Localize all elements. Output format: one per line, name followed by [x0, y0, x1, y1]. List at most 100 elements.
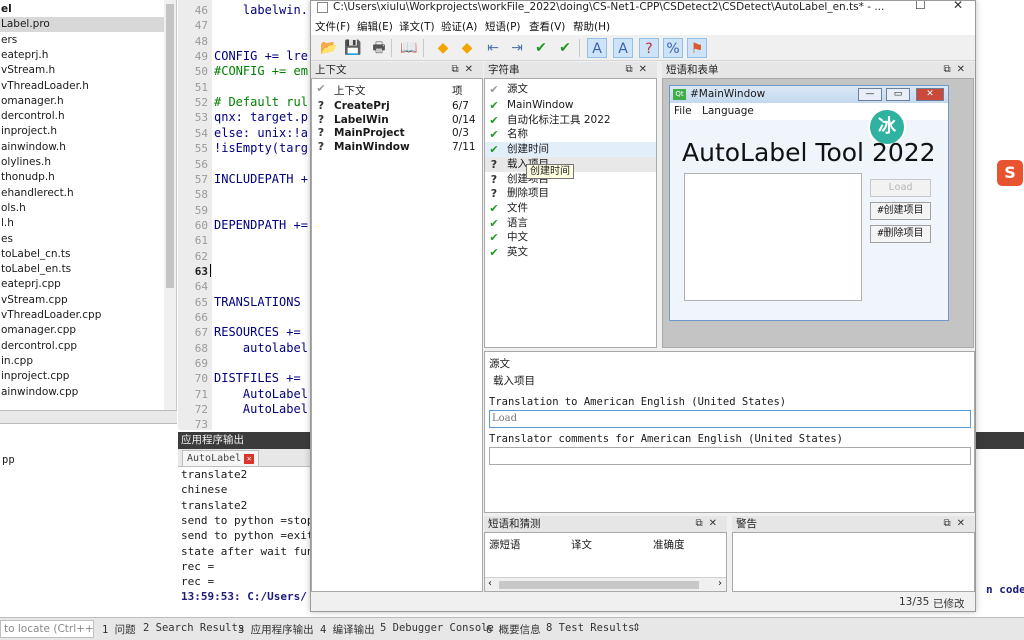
- project-tree-item[interactable]: omanager.cpp: [0, 323, 176, 338]
- open-documents-list[interactable]: pp: [0, 424, 177, 616]
- whats-this-icon[interactable]: ⚑: [687, 38, 707, 58]
- project-tree-item[interactable]: in.cpp: [0, 354, 176, 369]
- context-row[interactable]: ? LabelWin 0/14: [312, 113, 482, 127]
- dock-float-close-icons[interactable]: ⧉✕: [943, 516, 971, 532]
- status-tab-6[interactable]: 6 概要信息: [486, 622, 541, 637]
- status-tab-3[interactable]: 3 应用程序输出: [238, 622, 314, 637]
- string-row[interactable]: ✔ 中文: [485, 230, 656, 245]
- menu-item-4[interactable]: 验证(A): [441, 19, 477, 34]
- project-tree-item[interactable]: ainwindow.cpp: [0, 385, 176, 400]
- project-tree-item[interactable]: thonudp.h: [0, 170, 176, 185]
- string-row[interactable]: ✔ 语言: [485, 216, 656, 231]
- strings-dock-header[interactable]: 字符串 ⧉✕: [484, 62, 657, 78]
- project-tree-item[interactable]: eateprj.cpp: [0, 277, 176, 292]
- project-tree-item[interactable]: Label.pro: [0, 17, 176, 33]
- menu-item-6[interactable]: 查看(V): [529, 19, 565, 34]
- restore-icon[interactable]: ☐: [915, 1, 926, 11]
- prev-icon[interactable]: ◆: [433, 38, 453, 58]
- next-unfinished-icon[interactable]: ⇥: [507, 38, 527, 58]
- context-row[interactable]: ? MainProject 0/3: [312, 126, 482, 140]
- menu-item-3[interactable]: 译文(T): [399, 19, 435, 34]
- phrases-list[interactable]: 源短语 译文 准确度 ‹ ›: [484, 532, 727, 592]
- project-tree-item[interactable]: dercontrol.cpp: [0, 339, 176, 354]
- application-output[interactable]: translate2 chinese translate2 send to pytho…: [178, 467, 310, 617]
- placemarker-icon[interactable]: %: [663, 38, 683, 58]
- next-icon[interactable]: ◆: [457, 38, 477, 58]
- project-tree-item[interactable]: vThreadLoader.h: [0, 79, 176, 94]
- column-source-phrase[interactable]: 源短语: [489, 537, 521, 552]
- project-tree-item[interactable]: inproject.cpp: [0, 369, 176, 384]
- menu-item-2[interactable]: 编辑(E): [357, 19, 393, 34]
- output-tab-autolabel[interactable]: AutoLabel ✕: [182, 450, 260, 466]
- context-dock-header[interactable]: 上下文 ⧉✕: [311, 62, 483, 78]
- project-tree-item[interactable]: ehandlerect.h: [0, 186, 176, 201]
- status-tab-7[interactable]: 8 Test Results: [546, 622, 635, 634]
- context-list[interactable]: ✔ 上下文 项 ? CreatePrj 6/7? LabelWin 0/14? MainP…: [311, 78, 483, 592]
- status-tab-4[interactable]: 4 编译输出: [320, 622, 375, 637]
- status-tab-5[interactable]: 5 Debugger Console: [380, 622, 494, 634]
- updown-arrow-icon[interactable]: ⇕: [632, 622, 641, 634]
- phrase-match-icon[interactable]: ?: [639, 38, 659, 58]
- strings-list[interactable]: ✔ 源文 ✔MainWindow✔自动化标注工具 2022✔名称✔创建时间?载入…: [484, 78, 657, 348]
- column-accuracy[interactable]: 准确度: [653, 537, 685, 552]
- project-tree-item[interactable]: toLabel_cn.ts: [0, 247, 176, 262]
- string-row[interactable]: ✔ 名称: [485, 127, 656, 142]
- string-row[interactable]: ? 删除项目: [485, 186, 656, 201]
- status-tab-2[interactable]: 2 Search Results: [143, 622, 244, 634]
- string-row[interactable]: ✔ 英文: [485, 245, 656, 260]
- scroll-right-icon[interactable]: ›: [718, 578, 722, 589]
- context-row[interactable]: ? MainWindow 7/11: [312, 140, 482, 154]
- string-row[interactable]: ✔ 创建时间: [485, 142, 656, 158]
- project-tree-item[interactable]: toLabel_en.ts: [0, 262, 176, 277]
- menu-item-1[interactable]: 文件(F): [315, 19, 350, 34]
- scroll-left-icon[interactable]: ‹: [488, 578, 492, 589]
- project-tree-item[interactable]: eateprj.h: [0, 48, 176, 63]
- project-tree-item[interactable]: es: [0, 232, 176, 247]
- project-tree-item[interactable]: el: [0, 2, 176, 17]
- done-next-icon[interactable]: ✔: [531, 38, 551, 58]
- phrases-dock-header[interactable]: 短语和猜测 ⧉✕: [484, 516, 727, 532]
- project-tree-item[interactable]: ols.h: [0, 201, 176, 216]
- save-icon[interactable]: 💾: [343, 38, 363, 58]
- phrasebook-icon[interactable]: 📖: [399, 38, 419, 58]
- project-tree-item[interactable]: vStream.cpp: [0, 293, 176, 308]
- menu-item-7[interactable]: 帮助(H): [573, 19, 610, 34]
- project-tree[interactable]: el Label.pro ers eateprj.h vStream.h vThreadL…: [0, 0, 177, 410]
- accelerators-icon[interactable]: A: [587, 38, 607, 58]
- string-row[interactable]: ✔ 文件: [485, 201, 656, 216]
- open-icon[interactable]: 📂: [319, 38, 339, 58]
- project-tree-item[interactable]: l.h: [0, 216, 176, 231]
- open-document-item[interactable]: pp: [2, 454, 15, 466]
- done-icon[interactable]: ✔: [555, 38, 575, 58]
- project-tree-item[interactable]: dercontrol.h: [0, 109, 176, 124]
- close-icon[interactable]: ✕: [953, 1, 963, 11]
- close-icon[interactable]: ✕: [244, 454, 255, 464]
- print-icon[interactable]: 🖶: [369, 38, 389, 58]
- dock-float-close-icons[interactable]: ⧉✕: [625, 62, 653, 78]
- prev-unfinished-icon[interactable]: ⇤: [483, 38, 503, 58]
- menu-item-5[interactable]: 短语(P): [485, 19, 521, 34]
- code-editor[interactable]: labelwin. CONFIG += lre #CONFIG += em # Def…: [212, 0, 310, 430]
- context-row[interactable]: ? CreatePrj 6/7: [312, 99, 482, 113]
- punctuation-icon[interactable]: A: [613, 38, 633, 58]
- string-row[interactable]: ✔ MainWindow: [485, 98, 656, 113]
- project-tree-item[interactable]: vStream.h: [0, 63, 176, 78]
- preview-dock-header[interactable]: 短语和表单 ⧉✕: [662, 62, 975, 78]
- locate-input[interactable]: to locate (Ctrl++...: [0, 620, 94, 638]
- status-tab-1[interactable]: 1 问题: [102, 622, 136, 637]
- project-tree-item[interactable]: inproject.h: [0, 124, 176, 139]
- dock-float-close-icons[interactable]: ⧉✕: [451, 62, 479, 78]
- translation-input[interactable]: Load: [489, 410, 971, 428]
- dock-float-close-icons[interactable]: ⧉✕: [695, 516, 723, 532]
- window-titlebar[interactable]: C:\Users\xiulu\Workprojects\workFile_202…: [311, 1, 975, 16]
- warnings-list[interactable]: [732, 532, 975, 592]
- comments-input[interactable]: [489, 447, 971, 465]
- sogou-ime-icon[interactable]: S: [997, 160, 1023, 186]
- project-tree-item[interactable]: ers: [0, 33, 176, 48]
- project-tree-item[interactable]: vThreadLoader.cpp: [0, 308, 176, 323]
- project-tree-item[interactable]: olylines.h: [0, 155, 176, 170]
- project-tree-item[interactable]: ainwindow.h: [0, 140, 176, 155]
- phrases-scrollbar[interactable]: ‹ ›: [485, 577, 726, 591]
- warnings-dock-header[interactable]: 警告 ⧉✕: [732, 516, 975, 532]
- column-translation[interactable]: 译文: [571, 537, 592, 552]
